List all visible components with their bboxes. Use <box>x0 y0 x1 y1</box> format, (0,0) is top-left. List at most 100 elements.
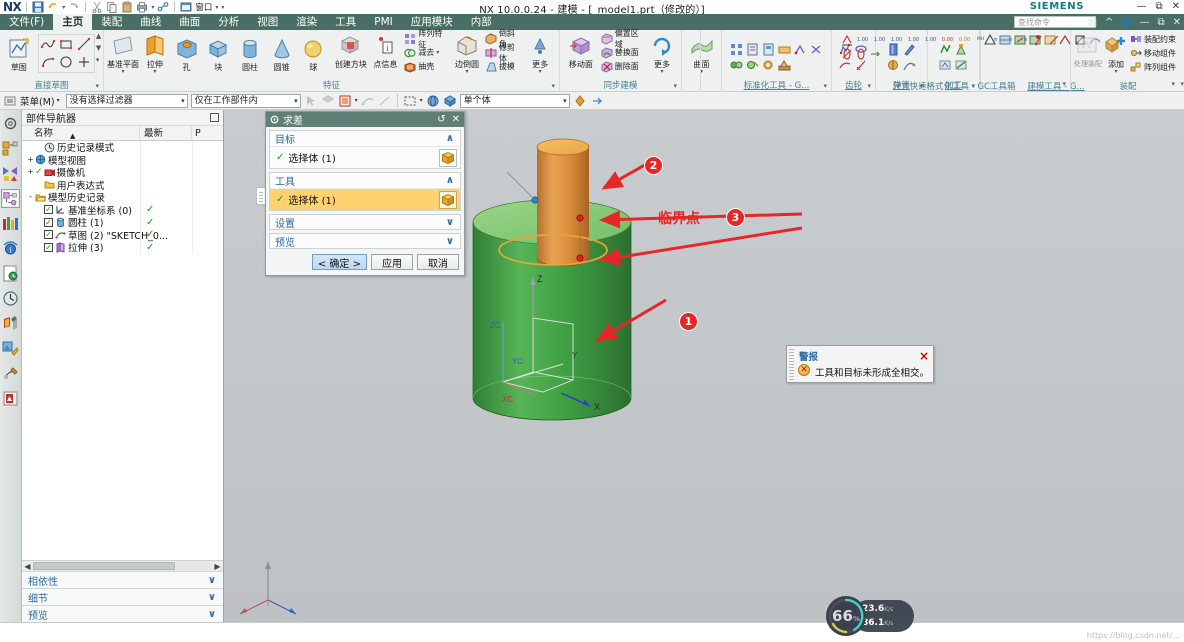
datum-plane-button[interactable]: 基准平面 ▾ <box>107 32 139 75</box>
tree-expander-icon[interactable]: + <box>26 168 35 176</box>
rectangle-icon[interactable] <box>58 36 74 52</box>
chevron-down-icon[interactable]: ▾ <box>420 97 423 104</box>
expand-gallery-icon[interactable]: ▾ <box>96 56 101 64</box>
chevron-down-icon[interactable]: ∨ <box>446 217 454 228</box>
pin-icon[interactable] <box>210 113 219 122</box>
sel-globe-icon[interactable] <box>426 94 440 108</box>
group-dialog-launcher[interactable]: ▾ <box>823 81 827 92</box>
chevron-down-icon[interactable]: ▾ <box>563 95 567 107</box>
add-component-button[interactable]: 添加 ▾ <box>1103 32 1129 75</box>
tab-3[interactable]: 曲线 <box>131 14 170 30</box>
dim-12-icon[interactable]: ≡ <box>1018 33 1033 47</box>
sel-rect-icon[interactable] <box>403 94 417 108</box>
dim-17-icon[interactable] <box>868 47 882 61</box>
tree-row[interactable]: 历史记录模式 <box>22 141 223 154</box>
move-component-button[interactable]: 移动组件 <box>1130 47 1176 60</box>
system-visual-icon[interactable] <box>1 364 20 383</box>
search-input[interactable]: 查找命令 <box>1014 16 1096 28</box>
tree-row[interactable]: ✓ 拉伸 (3) ✓ <box>22 241 223 254</box>
inner-restore-button[interactable]: ⧉ <box>1157 17 1164 28</box>
reuse-library-icon[interactable] <box>1 214 20 233</box>
cancel-button[interactable]: 取消 <box>417 254 459 270</box>
chevron-down-icon[interactable]: ▾ <box>355 97 358 104</box>
chevron-down-icon[interactable]: ∨ <box>208 592 216 603</box>
warning-close-button[interactable]: × <box>919 349 929 363</box>
selection-scope-combo[interactable]: 仅在工作部件内 ▾ <box>190 93 301 108</box>
sel-solid-icon[interactable] <box>443 94 457 108</box>
block-button[interactable]: 块 <box>202 35 234 72</box>
gc-6-icon[interactable] <box>809 42 824 57</box>
inner-close-button[interactable]: ✕ <box>1173 17 1181 28</box>
column-header-latest[interactable]: 最新 <box>140 125 192 141</box>
tab-0[interactable]: 文件(F) <box>0 14 53 30</box>
chevron-down-icon[interactable]: ∨ <box>208 609 216 620</box>
assembly-navigator-icon[interactable] <box>1 139 20 158</box>
dim-4-icon[interactable]: 1.00 <box>888 33 905 47</box>
sel-edge-icon[interactable] <box>361 94 375 108</box>
dim-7-icon[interactable]: 0.00 <box>939 33 956 47</box>
section-details[interactable]: 细节 ∨ <box>22 588 223 605</box>
chevron-down-icon[interactable]: ▾ <box>539 69 542 75</box>
tab-11[interactable]: 内部 <box>462 14 501 30</box>
sphere-button[interactable]: 球 <box>298 35 330 72</box>
group-dialog-launcher[interactable]: ▾ <box>1171 80 1175 88</box>
gc-1-icon[interactable] <box>729 42 744 57</box>
group-dialog-launcher[interactable]: ▾ <box>551 81 555 92</box>
collapse-ribbon-icon[interactable]: ^ <box>1105 17 1113 28</box>
inner-minimize-button[interactable]: — <box>1139 17 1149 28</box>
menu-icon[interactable] <box>3 94 17 108</box>
tab-5[interactable]: 分析 <box>209 14 248 30</box>
dialog-section-settings[interactable]: 设置 ∨ <box>269 214 461 230</box>
replace-face-button[interactable]: 替换面 <box>601 46 644 59</box>
point-icon[interactable] <box>76 54 92 70</box>
gc-4-icon[interactable] <box>777 42 792 57</box>
sel-general-icon[interactable] <box>304 94 318 108</box>
section-header-tool[interactable]: 工具 ∧ <box>270 173 460 188</box>
dialog-section-preview[interactable]: 预览 ∨ <box>269 233 461 249</box>
dim-13-icon[interactable] <box>1033 33 1047 47</box>
offset-region-button[interactable]: 偏置区域 <box>601 29 644 49</box>
tool-select-body-row[interactable]: ✓ 选择体 (1) <box>270 188 460 210</box>
trim-body-button[interactable]: 修剪体 <box>485 43 520 63</box>
dim-15-icon[interactable] <box>840 47 854 61</box>
dim-10-icon[interactable]: ≡ <box>988 33 1003 47</box>
tree-row[interactable]: 用户表达式 <box>22 178 223 192</box>
section-dependencies[interactable]: 相依性 ∨ <box>22 571 223 588</box>
scroll-left-arrow[interactable]: ◀ <box>22 562 33 571</box>
extrude-button[interactable]: 拉伸 ▾ <box>139 32 171 75</box>
feature-more-button[interactable]: 更多 ▾ <box>524 32 556 75</box>
row-checkbox[interactable]: ✓ <box>44 205 53 215</box>
cylinder-button[interactable]: 圆柱 <box>234 35 266 72</box>
chevron-down-icon[interactable]: ▾ <box>294 95 298 107</box>
row-checkbox[interactable]: ✓ <box>44 242 53 252</box>
line-icon[interactable] <box>76 36 92 52</box>
sel-snap2-icon[interactable] <box>590 94 604 108</box>
web-browser-icon[interactable]: i <box>1 239 20 258</box>
group-dialog-launcher[interactable]: ▾ <box>1062 80 1066 88</box>
shell-button[interactable]: 抽壳 <box>404 60 447 73</box>
gc-10-icon[interactable] <box>777 58 792 73</box>
tree-expander-icon[interactable]: + <box>26 155 35 164</box>
chevron-down-icon[interactable]: ▾ <box>436 49 439 56</box>
tab-2[interactable]: 装配 <box>92 14 131 30</box>
point-info-button[interactable]: i 点信息 <box>370 32 402 69</box>
part-navigator-icon[interactable] <box>1 189 20 208</box>
chevron-down-icon[interactable]: ▾ <box>181 95 185 107</box>
ok-button[interactable]: < 确定 > <box>311 254 367 270</box>
dim-2-icon[interactable]: 1.00 <box>854 33 871 47</box>
tree-row[interactable]: + ✓ 摄像机 <box>22 166 223 179</box>
column-header-p[interactable]: P <box>192 128 223 139</box>
chevron-up-icon[interactable]: ∧ <box>446 133 454 144</box>
history-palette-icon[interactable] <box>1 264 20 283</box>
tree-row[interactable]: + 模型视图 <box>22 153 223 167</box>
navigator-horizontal-scrollbar[interactable]: ◀ ▶ <box>22 560 223 571</box>
constraint-navigator-icon[interactable] <box>1 164 20 183</box>
apply-button[interactable]: 应用 <box>371 254 413 270</box>
row-checkbox[interactable]: ✓ <box>44 230 53 240</box>
group-dialog-launcher[interactable]: ▾ <box>673 81 677 92</box>
resource-settings-icon[interactable] <box>1 114 20 133</box>
ribbon-overflow-icon[interactable]: ▾ <box>1180 80 1184 88</box>
help-icon[interactable]: ⓘ <box>1121 15 1131 30</box>
chevron-up-icon[interactable]: ∧ <box>446 175 454 186</box>
tree-row[interactable]: ✓ 草图 (2) "SKETCH_0... ✓ <box>22 228 223 242</box>
